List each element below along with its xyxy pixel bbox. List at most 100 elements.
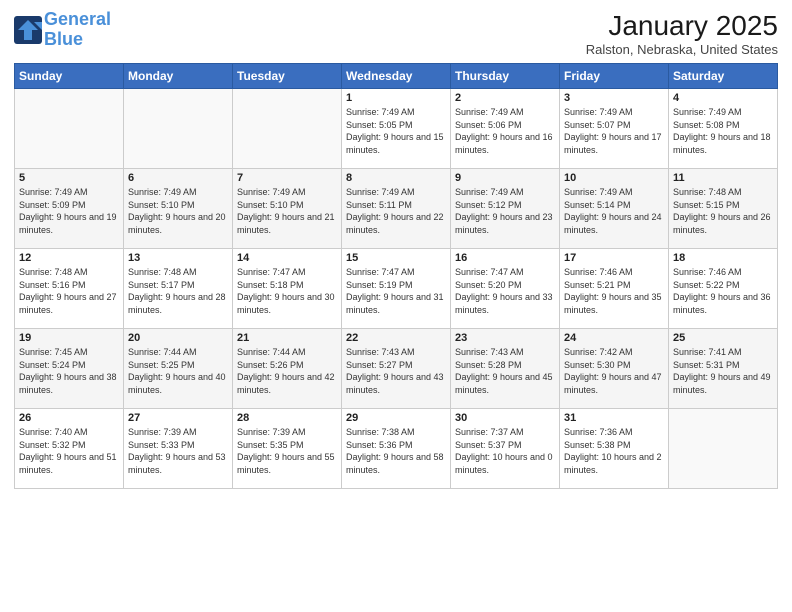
day-cell: 18 Sunrise: 7:46 AMSunset: 5:22 PMDayligh…: [669, 249, 778, 329]
day-cell: 20 Sunrise: 7:44 AMSunset: 5:25 PMDayligh…: [124, 329, 233, 409]
day-number: 13: [128, 252, 228, 264]
day-number: 31: [564, 412, 664, 424]
day-cell: 5 Sunrise: 7:49 AMSunset: 5:09 PMDaylight…: [15, 169, 124, 249]
day-info: Sunrise: 7:44 AMSunset: 5:25 PMDaylight:…: [128, 346, 228, 396]
day-cell: 22 Sunrise: 7:43 AMSunset: 5:27 PMDayligh…: [342, 329, 451, 409]
day-cell: 25 Sunrise: 7:41 AMSunset: 5:31 PMDayligh…: [669, 329, 778, 409]
day-info: Sunrise: 7:42 AMSunset: 5:30 PMDaylight:…: [564, 346, 664, 396]
day-number: 25: [673, 332, 773, 344]
day-number: 14: [237, 252, 337, 264]
day-info: Sunrise: 7:43 AMSunset: 5:27 PMDaylight:…: [346, 346, 446, 396]
day-cell: 1 Sunrise: 7:49 AMSunset: 5:05 PMDaylight…: [342, 89, 451, 169]
day-number: 3: [564, 92, 664, 104]
day-cell: 8Sunrise: 7:49 AMSunset: 5:11 PMDaylight…: [342, 169, 451, 249]
calendar-page: General Blue January 2025 Ralston, Nebra…: [0, 0, 792, 612]
day-info: Sunrise: 7:41 AMSunset: 5:31 PMDaylight:…: [673, 346, 773, 396]
week-row-2: 5 Sunrise: 7:49 AMSunset: 5:09 PMDaylight…: [15, 169, 778, 249]
logo-general: General: [44, 9, 111, 29]
day-number: 1: [346, 92, 446, 104]
day-info: Sunrise: 7:40 AMSunset: 5:32 PMDaylight:…: [19, 426, 119, 476]
title-area: January 2025 Ralston, Nebraska, United S…: [586, 10, 778, 57]
day-info: Sunrise: 7:49 AMSunset: 5:08 PMDaylight:…: [673, 106, 773, 156]
logo-icon: [14, 16, 42, 44]
day-info: Sunrise: 7:49 AMSunset: 5:06 PMDaylight:…: [455, 106, 555, 156]
day-cell: 31 Sunrise: 7:36 AMSunset: 5:38 PMDayligh…: [560, 409, 669, 489]
day-cell: 28 Sunrise: 7:39 AMSunset: 5:35 PMDayligh…: [233, 409, 342, 489]
day-cell: [15, 89, 124, 169]
day-number: 21: [237, 332, 337, 344]
day-cell: 12 Sunrise: 7:48 AMSunset: 5:16 PMDayligh…: [15, 249, 124, 329]
day-number: 8: [346, 172, 446, 184]
day-cell: 3 Sunrise: 7:49 AMSunset: 5:07 PMDaylight…: [560, 89, 669, 169]
day-number: 18: [673, 252, 773, 264]
day-number: 2: [455, 92, 555, 104]
day-number: 28: [237, 412, 337, 424]
weekday-header-sunday: Sunday: [15, 64, 124, 89]
day-number: 4: [673, 92, 773, 104]
weekday-header-wednesday: Wednesday: [342, 64, 451, 89]
day-number: 9: [455, 172, 555, 184]
day-info: Sunrise: 7:49 AMSunset: 5:10 PMDaylight:…: [237, 186, 337, 236]
day-cell: 15Sunrise: 7:47 AMSunset: 5:19 PMDayligh…: [342, 249, 451, 329]
day-number: 11: [673, 172, 773, 184]
day-cell: 10Sunrise: 7:49 AMSunset: 5:14 PMDayligh…: [560, 169, 669, 249]
week-row-1: 1 Sunrise: 7:49 AMSunset: 5:05 PMDaylight…: [15, 89, 778, 169]
day-cell: 2 Sunrise: 7:49 AMSunset: 5:06 PMDaylight…: [451, 89, 560, 169]
day-cell: 6Sunrise: 7:49 AMSunset: 5:10 PMDaylight…: [124, 169, 233, 249]
day-info: Sunrise: 7:39 AMSunset: 5:33 PMDaylight:…: [128, 426, 228, 476]
day-number: 10: [564, 172, 664, 184]
day-number: 5: [19, 172, 119, 184]
day-number: 15: [346, 252, 446, 264]
day-number: 29: [346, 412, 446, 424]
day-number: 22: [346, 332, 446, 344]
day-number: 19: [19, 332, 119, 344]
day-info: Sunrise: 7:36 AMSunset: 5:38 PMDaylight:…: [564, 426, 664, 476]
day-info: Sunrise: 7:49 AMSunset: 5:09 PMDaylight:…: [19, 186, 119, 236]
day-cell: 7 Sunrise: 7:49 AMSunset: 5:10 PMDaylight…: [233, 169, 342, 249]
day-info: Sunrise: 7:39 AMSunset: 5:35 PMDaylight:…: [237, 426, 337, 476]
day-cell: 14 Sunrise: 7:47 AMSunset: 5:18 PMDayligh…: [233, 249, 342, 329]
day-info: Sunrise: 7:46 AMSunset: 5:22 PMDaylight:…: [673, 266, 773, 316]
weekday-header-row: SundayMondayTuesdayWednesdayThursdayFrid…: [15, 64, 778, 89]
day-number: 6: [128, 172, 228, 184]
day-number: 17: [564, 252, 664, 264]
day-cell: 17 Sunrise: 7:46 AMSunset: 5:21 PMDayligh…: [560, 249, 669, 329]
day-cell: [669, 409, 778, 489]
day-number: 30: [455, 412, 555, 424]
day-info: Sunrise: 7:46 AMSunset: 5:21 PMDaylight:…: [564, 266, 664, 316]
day-cell: 24Sunrise: 7:42 AMSunset: 5:30 PMDayligh…: [560, 329, 669, 409]
weekday-header-saturday: Saturday: [669, 64, 778, 89]
day-number: 26: [19, 412, 119, 424]
day-cell: 19Sunrise: 7:45 AMSunset: 5:24 PMDayligh…: [15, 329, 124, 409]
day-info: Sunrise: 7:49 AMSunset: 5:07 PMDaylight:…: [564, 106, 664, 156]
week-row-4: 19Sunrise: 7:45 AMSunset: 5:24 PMDayligh…: [15, 329, 778, 409]
day-number: 23: [455, 332, 555, 344]
day-info: Sunrise: 7:47 AMSunset: 5:18 PMDaylight:…: [237, 266, 337, 316]
day-info: Sunrise: 7:44 AMSunset: 5:26 PMDaylight:…: [237, 346, 337, 396]
day-info: Sunrise: 7:43 AMSunset: 5:28 PMDaylight:…: [455, 346, 555, 396]
week-row-5: 26 Sunrise: 7:40 AMSunset: 5:32 PMDayligh…: [15, 409, 778, 489]
month-title: January 2025: [586, 10, 778, 42]
logo-text: General Blue: [44, 10, 111, 50]
day-cell: 26 Sunrise: 7:40 AMSunset: 5:32 PMDayligh…: [15, 409, 124, 489]
day-cell: 11 Sunrise: 7:48 AMSunset: 5:15 PMDayligh…: [669, 169, 778, 249]
logo-blue: Blue: [44, 29, 83, 49]
day-cell: 21 Sunrise: 7:44 AMSunset: 5:26 PMDayligh…: [233, 329, 342, 409]
weekday-header-tuesday: Tuesday: [233, 64, 342, 89]
day-info: Sunrise: 7:48 AMSunset: 5:16 PMDaylight:…: [19, 266, 119, 316]
day-number: 7: [237, 172, 337, 184]
day-number: 20: [128, 332, 228, 344]
day-cell: 9 Sunrise: 7:49 AMSunset: 5:12 PMDaylight…: [451, 169, 560, 249]
day-cell: 23 Sunrise: 7:43 AMSunset: 5:28 PMDayligh…: [451, 329, 560, 409]
day-cell: 4 Sunrise: 7:49 AMSunset: 5:08 PMDaylight…: [669, 89, 778, 169]
day-number: 16: [455, 252, 555, 264]
day-cell: [124, 89, 233, 169]
day-number: 12: [19, 252, 119, 264]
calendar-table: SundayMondayTuesdayWednesdayThursdayFrid…: [14, 63, 778, 489]
day-info: Sunrise: 7:49 AMSunset: 5:05 PMDaylight:…: [346, 106, 446, 156]
weekday-header-thursday: Thursday: [451, 64, 560, 89]
day-cell: 13Sunrise: 7:48 AMSunset: 5:17 PMDayligh…: [124, 249, 233, 329]
day-info: Sunrise: 7:49 AMSunset: 5:12 PMDaylight:…: [455, 186, 555, 236]
day-cell: 30Sunrise: 7:37 AMSunset: 5:37 PMDayligh…: [451, 409, 560, 489]
day-info: Sunrise: 7:48 AMSunset: 5:15 PMDaylight:…: [673, 186, 773, 236]
